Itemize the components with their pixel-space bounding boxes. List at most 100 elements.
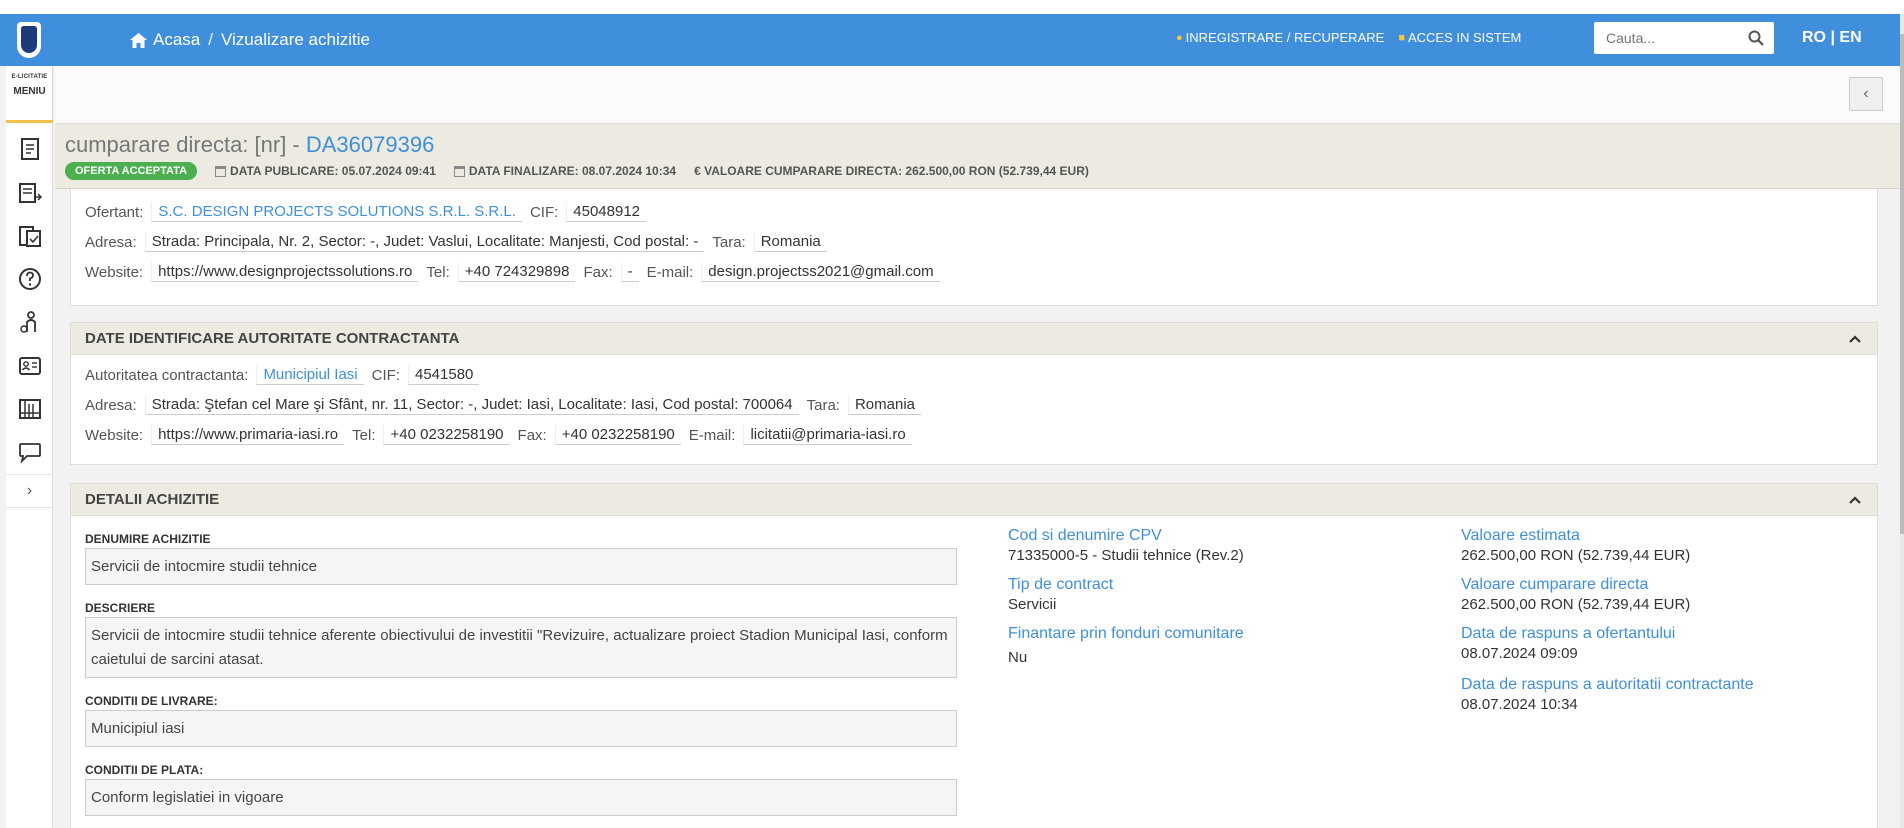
authority-country-label: Tara: xyxy=(806,396,840,414)
catalog-icon[interactable] xyxy=(17,396,43,422)
ofertant-link[interactable]: S.C. DESIGN PROJECTS SOLUTIONS S.R.L. S.… xyxy=(151,202,522,222)
bidder-panel: Ofertant: S.C. DESIGN PROJECTS SOLUTIONS… xyxy=(70,189,1878,306)
bidder-website[interactable]: https://www.designprojectssolutions.ro xyxy=(151,262,419,282)
shield-logo-icon xyxy=(16,22,41,58)
name-field: Servicii de intocmire studii tehnice xyxy=(85,548,957,586)
procurement-title-bar: cumparare directa: [nr] - DA36079396 OFE… xyxy=(55,124,1900,189)
bidder-email-label: E-mail: xyxy=(646,263,694,281)
main-content: Ofertant: S.C. DESIGN PROJECTS SOLUTIONS… xyxy=(55,189,1900,828)
breadcrumb-home-label: Acasa xyxy=(153,30,201,49)
procurement-code: DA36079396 xyxy=(305,132,435,157)
window-top-strip xyxy=(0,0,1904,14)
estimated-value: 262.500,00 RON (52.739,44 EUR) xyxy=(1461,547,1691,564)
calendar-icon xyxy=(453,165,465,177)
authority-website-label: Website: xyxy=(85,426,144,444)
sidebar-menu-toggle[interactable]: E-LICITATIE MENIU xyxy=(6,74,53,97)
breadcrumb-home-link[interactable]: Acasa xyxy=(130,30,200,50)
bidder-row-name: Ofertant: S.C. DESIGN PROJECTS SOLUTIONS… xyxy=(71,202,1877,222)
bidder-cif: 45048912 xyxy=(566,202,647,222)
authority-panel-header[interactable]: DATE IDENTIFICARE AUTORITATE CONTRACTANT… xyxy=(71,323,1877,355)
menu-underline xyxy=(6,120,53,123)
login-link[interactable]: ■ ACCES IN SISTEM xyxy=(1398,30,1521,45)
page-scrollbar[interactable] xyxy=(1900,14,1904,828)
estimated-label: Valoare estimata xyxy=(1461,527,1580,544)
authority-tel-label: Tel: xyxy=(352,426,376,444)
desc-field: Servicii de intocmire studii tehnice afe… xyxy=(85,617,957,678)
finalize-date-text: DATA FINALIZARE: 08.07.2024 10:34 xyxy=(468,164,677,178)
status-badge: OFERTA ACCEPTATA xyxy=(65,162,198,180)
authority-address: Strada: Ştefan cel Mare şi Sfânt, nr. 11… xyxy=(144,395,799,415)
authority-heading: DATE IDENTIFICARE AUTORITATE CONTRACTANT… xyxy=(85,330,460,347)
user-icon: ● xyxy=(1176,31,1183,44)
eu-funds-value: Nu xyxy=(1008,649,1028,666)
delivery-field: Municipiul iasi xyxy=(85,709,957,747)
payment-field: Conform legislatiei in vigoare xyxy=(85,779,957,817)
cpv-label: Cod si denumire CPV xyxy=(1008,527,1162,544)
lang-separator: | xyxy=(1830,29,1835,46)
bidder-country: Romania xyxy=(753,232,827,252)
chevron-up-icon[interactable] xyxy=(1847,331,1863,347)
bidder-row-address: Adresa: Strada: Principala, Nr. 2, Secto… xyxy=(71,232,1877,252)
secondary-toolbar xyxy=(55,66,1900,124)
search-input[interactable] xyxy=(1594,22,1734,54)
site-logo[interactable] xyxy=(0,14,57,66)
direct-value-value: 262.500,00 RON (52.739,44 EUR) xyxy=(1461,596,1691,613)
details-panel: DETALII ACHIZITIE DENUMIRE ACHIZITIE Ser… xyxy=(70,483,1878,828)
language-switcher: RO | EN xyxy=(1802,29,1862,47)
register-label: INREGISTRARE / RECUPERARE xyxy=(1185,30,1385,45)
authority-response-label: Data de raspuns a autoritatii contractan… xyxy=(1461,676,1754,693)
authority-email[interactable]: licitatii@primaria-iasi.ro xyxy=(743,425,912,445)
bidder-cif-label: CIF: xyxy=(529,203,559,221)
name-label: DENUMIRE ACHIZITIE xyxy=(85,532,211,546)
lang-ro[interactable]: RO xyxy=(1802,29,1826,46)
person-icon[interactable] xyxy=(17,309,43,335)
authority-fax: +40 0232258190 xyxy=(554,425,681,445)
chevron-left-icon: ‹ xyxy=(1863,85,1869,102)
breadcrumb: Acasa / Vizualizare achizitie xyxy=(130,30,370,50)
publish-date: DATA PUBLICARE: 05.07.2024 09:41 xyxy=(215,164,436,178)
authority-cif: 4541580 xyxy=(408,365,480,385)
login-label: ACCES IN SISTEM xyxy=(1407,30,1522,45)
sidebar-brand: E-LICITATIE xyxy=(11,74,48,80)
authority-country: Romania xyxy=(847,395,921,415)
ofertant-label: Ofertant: xyxy=(85,203,144,221)
authority-row-contact: Website: https://www.primaria-iasi.ro Te… xyxy=(71,425,1877,445)
authority-address-label: Adresa: xyxy=(85,396,137,414)
bidder-address: Strada: Principala, Nr. 2, Sector: -, Ju… xyxy=(144,232,705,252)
register-link[interactable]: ● INREGISTRARE / RECUPERARE xyxy=(1176,30,1384,45)
bidder-address-label: Adresa: xyxy=(85,233,137,251)
authority-fax-label: Fax: xyxy=(517,426,547,444)
chat-icon[interactable] xyxy=(17,439,43,465)
lock-icon: ■ xyxy=(1398,31,1405,44)
bidder-country-label: Tara: xyxy=(712,233,746,251)
list-arrow-icon[interactable] xyxy=(17,180,43,206)
publish-date-text: DATA PUBLICARE: 05.07.2024 09:41 xyxy=(230,164,436,178)
chevron-up-icon[interactable] xyxy=(1847,492,1863,508)
details-right-column: Valoare estimata 262.500,00 RON (52.739,… xyxy=(1461,527,1861,713)
search-box xyxy=(1594,22,1774,54)
authority-website[interactable]: https://www.primaria-iasi.ro xyxy=(151,425,345,445)
bidder-email[interactable]: design.projectss2021@gmail.com xyxy=(701,262,940,282)
clipboard-check-icon[interactable] xyxy=(17,223,43,249)
id-card-icon[interactable] xyxy=(17,353,43,379)
search-icon[interactable] xyxy=(1748,30,1764,46)
help-icon[interactable] xyxy=(17,266,43,292)
contract-type-label: Tip de contract xyxy=(1008,576,1114,593)
authority-tel: +40 0232258190 xyxy=(383,425,510,445)
document-icon[interactable] xyxy=(17,136,43,162)
lang-en[interactable]: EN xyxy=(1839,29,1861,46)
authority-panel: DATE IDENTIFICARE AUTORITATE CONTRACTANT… xyxy=(70,322,1878,465)
details-panel-header[interactable]: DETALII ACHIZITIE xyxy=(71,484,1877,516)
contract-type-value: Servicii xyxy=(1008,596,1057,613)
collapse-panel-button[interactable]: ‹ xyxy=(1849,77,1883,111)
breadcrumb-separator: / xyxy=(208,30,213,49)
sidebar: E-LICITATIE MENIU › xyxy=(6,66,53,828)
sidebar-menu-label: MENIU xyxy=(13,86,46,97)
authority-name-link[interactable]: Municipiul Iasi xyxy=(256,365,364,385)
breadcrumb-current: Vizualizare achizitie xyxy=(220,30,370,49)
scrollbar-thumb[interactable] xyxy=(1900,34,1904,534)
finalize-date: DATA FINALIZARE: 08.07.2024 10:34 xyxy=(453,164,677,178)
sidebar-expand-button[interactable]: › xyxy=(6,474,53,508)
home-icon xyxy=(130,32,147,48)
bidder-website-label: Website: xyxy=(85,263,144,281)
